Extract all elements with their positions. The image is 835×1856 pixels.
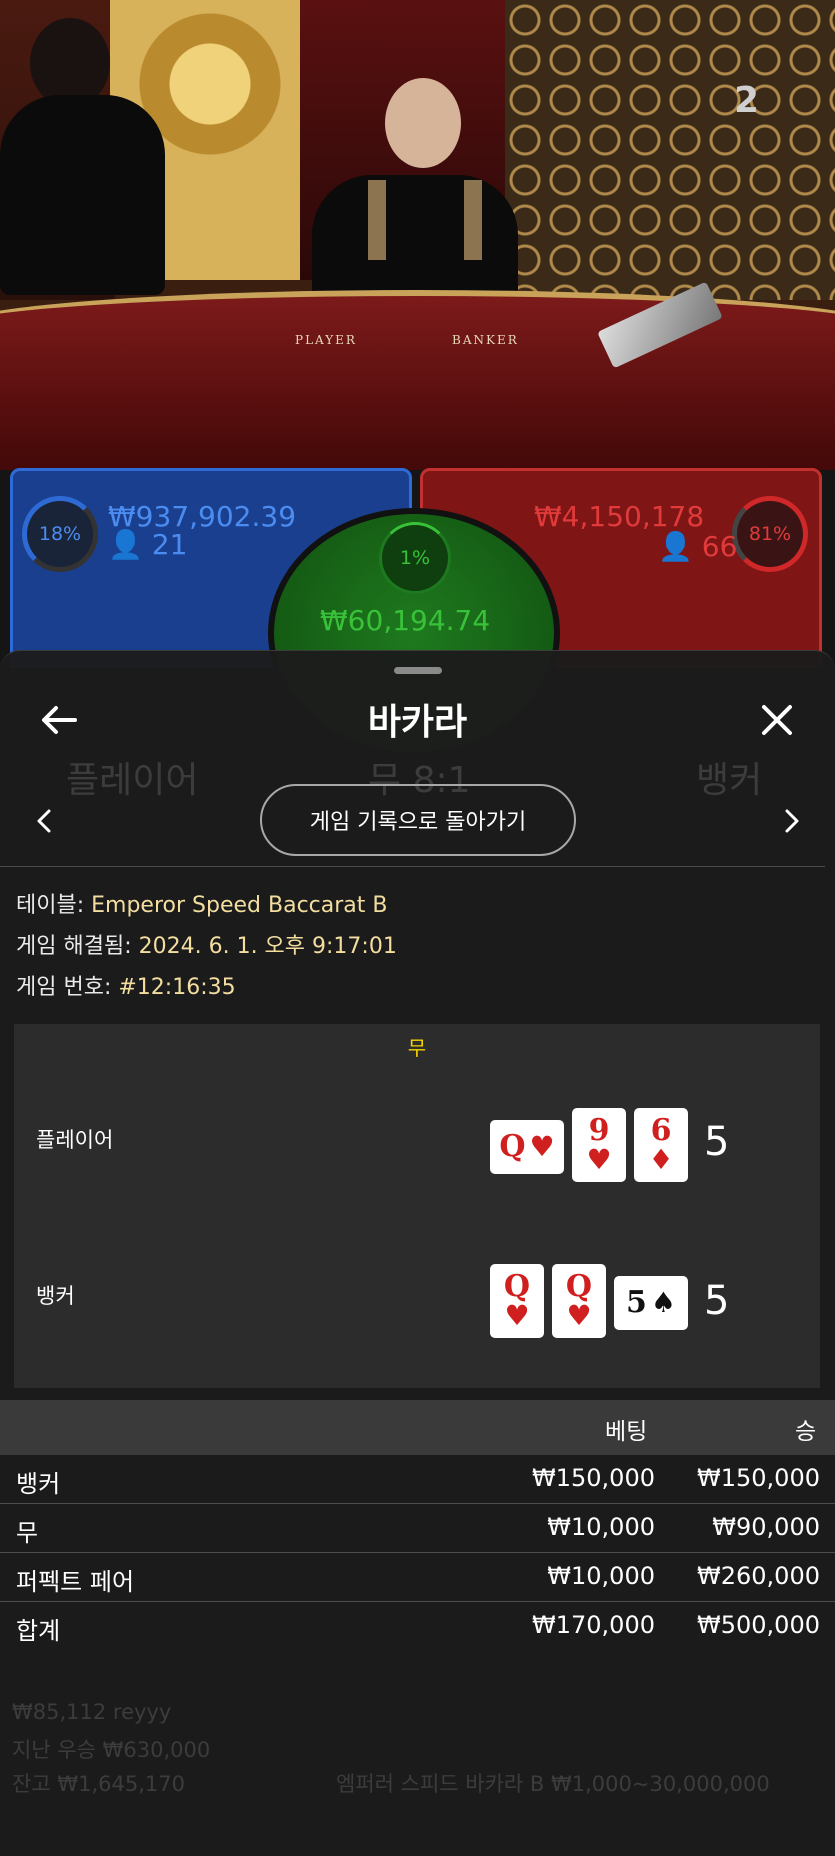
- bet-amount: ₩10,000: [547, 1513, 655, 1541]
- resolved-value: 2024. 6. 1. 오후 9:17:01: [138, 934, 397, 959]
- playing-card: 5 ♠: [614, 1276, 688, 1330]
- bet-column-header: 베팅: [605, 1419, 648, 1445]
- card-suit-icon: ♥: [504, 1299, 530, 1332]
- chevron-left-icon: [37, 809, 51, 833]
- card-suit-icon: ♦: [648, 1143, 674, 1176]
- chevron-right-icon: [785, 809, 799, 833]
- playing-card: Q ♥: [490, 1264, 544, 1338]
- ghost-footer-line: 엠퍼러 스피드 바카라 B ₩1,000~30,000,000: [336, 1772, 770, 1796]
- table-info: 테이블: Emperor Speed Baccarat B: [16, 887, 387, 919]
- bet-name: 합계: [16, 1617, 61, 1645]
- dealer-vest: [368, 180, 386, 260]
- card-rank: 6: [650, 1113, 672, 1148]
- playing-card: 6 ♦: [634, 1108, 688, 1182]
- game-number-info: 게임 번호: #12:16:35: [16, 969, 236, 1001]
- card-suit-icon: ♥: [586, 1143, 612, 1176]
- bet-amount: ₩150,000: [532, 1464, 655, 1492]
- user-icon: 👤: [108, 528, 143, 561]
- bet-amount: ₩10,000: [547, 1562, 655, 1590]
- card-suit-icon: ♥: [529, 1130, 555, 1163]
- card-suit-icon: ♠: [650, 1286, 676, 1319]
- bet-row: 뱅커 ₩150,000 ₩150,000: [0, 1456, 835, 1504]
- win-amount: ₩150,000: [697, 1464, 820, 1492]
- card-suit-icon: ♥: [566, 1299, 592, 1332]
- sheet-title: 바카라: [367, 702, 468, 743]
- table-label: 테이블:: [16, 893, 85, 918]
- close-button[interactable]: [752, 695, 802, 745]
- player-count: 21: [151, 528, 188, 561]
- player-score: 5: [704, 1119, 730, 1165]
- header-divider: [0, 866, 825, 867]
- ghost-footer-line: ₩85,112 reyyy: [12, 1700, 172, 1724]
- ghost-player-label: 플레이어: [66, 760, 199, 801]
- win-column-header: 승: [795, 1419, 817, 1445]
- win-amount: ₩90,000: [712, 1513, 820, 1541]
- dealer-left-body: [0, 95, 165, 295]
- win-amount: ₩260,000: [697, 1562, 820, 1590]
- playing-card: Q ♥: [490, 1120, 564, 1174]
- ghost-footer-line: 잔고 ₩1,645,170: [12, 1772, 185, 1796]
- bet-name: 뱅커: [16, 1470, 61, 1498]
- previous-game-button[interactable]: [24, 801, 64, 841]
- playing-card: Q ♥: [552, 1264, 606, 1338]
- tie-percent-ring: 1%: [379, 522, 451, 594]
- round-result-box: 무 플레이어 Q ♥ 9 ♥ 6 ♦ 5 뱅커 Q ♥ Q ♥ 5 ♠ 5: [14, 1024, 820, 1388]
- card-rank: Q: [499, 1129, 526, 1164]
- resolved-info: 게임 해결됨: 2024. 6. 1. 오후 9:17:01: [16, 928, 397, 960]
- card-rank: Q: [503, 1269, 531, 1304]
- bet-name: 퍼펙트 페어: [16, 1568, 135, 1596]
- round-number: 2: [733, 80, 759, 121]
- tie-bet-amount: ₩60,194.74: [320, 604, 491, 637]
- banker-count: 66: [701, 530, 738, 563]
- game-number-label: 게임 번호:: [16, 975, 112, 1000]
- player-bettor-count: 👤 21: [108, 528, 187, 561]
- player-percent-ring: 18%: [22, 496, 98, 572]
- felt-banker-label: BANKER: [452, 333, 519, 347]
- felt-player-label: PLAYER: [295, 333, 357, 347]
- playing-card: 9 ♥: [572, 1108, 626, 1182]
- bet-name: 무: [16, 1519, 39, 1547]
- close-icon: [762, 705, 792, 735]
- sheet-grabber[interactable]: [394, 667, 442, 674]
- bet-amount: ₩170,000: [532, 1611, 655, 1639]
- back-to-history-button[interactable]: 게임 기록으로 돌아가기: [260, 784, 576, 856]
- bet-row: 무 ₩10,000 ₩90,000: [0, 1505, 835, 1553]
- card-rank: 9: [588, 1113, 610, 1148]
- user-icon: 👤: [658, 530, 693, 563]
- bet-row: 합계 ₩170,000 ₩500,000: [0, 1603, 835, 1651]
- game-number-value: #12:16:35: [118, 975, 236, 1000]
- ghost-banker-label: 뱅커: [696, 760, 763, 801]
- dealer-vest: [464, 180, 482, 260]
- table-value: Emperor Speed Baccarat B: [91, 893, 388, 918]
- banker-bettor-count: 👤 66: [658, 530, 737, 563]
- next-game-button[interactable]: [772, 801, 812, 841]
- player-hand-label: 플레이어: [36, 1128, 114, 1152]
- backdrop-lattice: [505, 0, 835, 300]
- result-title: 무: [407, 1036, 427, 1060]
- banker-score: 5: [704, 1278, 730, 1324]
- dealer-main-head: [385, 78, 461, 168]
- bet-row: 퍼펙트 페어 ₩10,000 ₩260,000: [0, 1554, 835, 1602]
- bets-table-header: 베팅 승: [0, 1400, 835, 1455]
- card-rank: 5: [626, 1285, 647, 1320]
- banker-hand-label: 뱅커: [36, 1284, 75, 1308]
- win-amount: ₩500,000: [697, 1611, 820, 1639]
- banker-bet-amount: ₩4,150,178: [534, 500, 705, 533]
- resolved-label: 게임 해결됨:: [16, 934, 132, 959]
- ghost-footer-line: 지난 우승 ₩630,000: [12, 1738, 211, 1762]
- banker-percent-ring: 81%: [732, 496, 808, 572]
- live-video: PLAYER BANKER 2: [0, 0, 835, 470]
- card-rank: Q: [565, 1269, 593, 1304]
